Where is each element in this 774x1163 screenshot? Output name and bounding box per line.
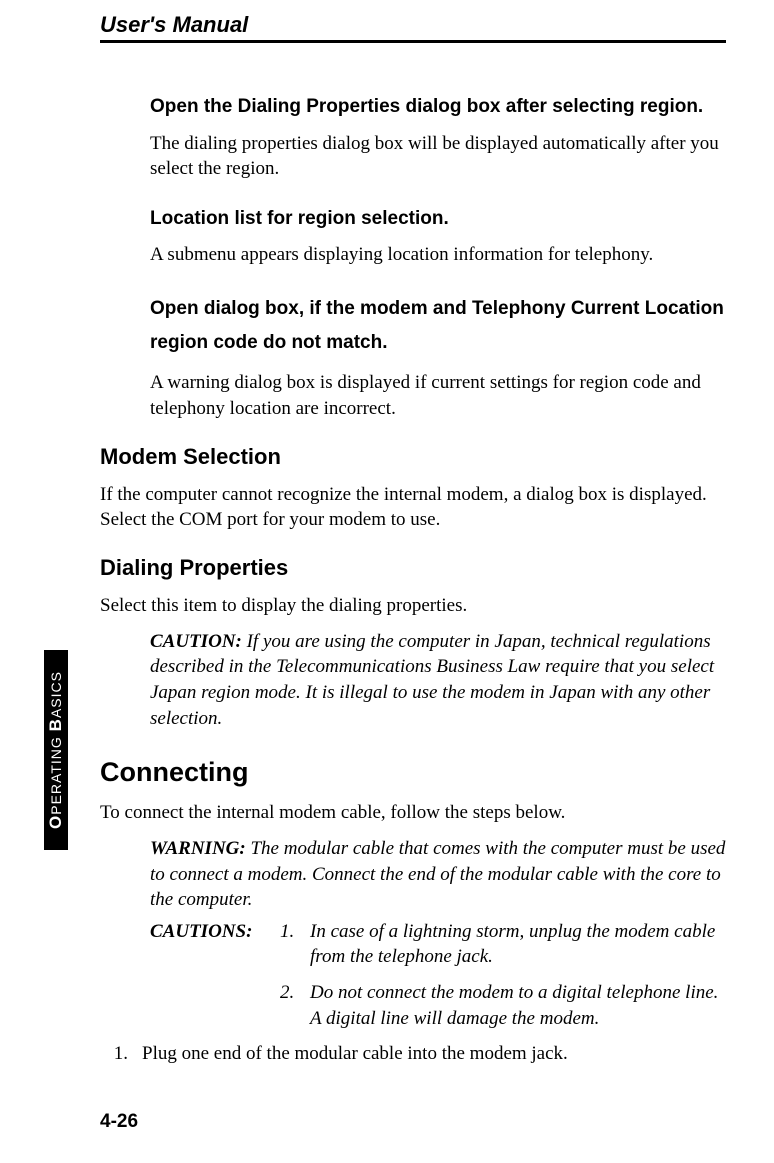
content-area: Open the Dialing Properties dialog box a…: [100, 80, 726, 1067]
header-title: User's Manual: [100, 12, 248, 38]
side-tab: OPERATING BASICS: [44, 650, 68, 850]
cautions-label: CAUTIONS:: [150, 919, 270, 970]
list-number: 1.: [280, 919, 300, 970]
paragraph: To connect the internal modem cable, fol…: [100, 800, 726, 826]
cautions-list: CAUTIONS: 1. In case of a lightning stor…: [150, 919, 726, 1032]
caution-label: CAUTION:: [150, 631, 242, 652]
caution-block: CAUTION: If you are using the computer i…: [150, 629, 726, 732]
list-text: In case of a lightning storm, unplug the…: [310, 919, 726, 970]
paragraph: A submenu appears displaying location in…: [150, 242, 726, 268]
header-rule: [100, 40, 726, 43]
subheading-open-dialog-mismatch: Open dialog box, if the modem and Teleph…: [150, 292, 726, 360]
subheading-location-list: Location list for region selection.: [150, 206, 726, 233]
subheading-open-dialing: Open the Dialing Properties dialog box a…: [150, 94, 726, 121]
list-text: Do not connect the modem to a digital te…: [310, 980, 726, 1031]
warning-block: WARNING: The modular cable that comes wi…: [150, 836, 726, 913]
list-number: 2.: [280, 980, 300, 1031]
cautions-row: CAUTIONS: 1. In case of a lightning stor…: [150, 919, 726, 970]
page: User's Manual OPERATING BASICS Open the …: [0, 0, 774, 1163]
heading-modem-selection: Modem Selection: [100, 444, 726, 470]
heading-connecting: Connecting: [100, 757, 726, 788]
warning-label: WARNING:: [150, 838, 246, 859]
side-tab-label: OPERATING BASICS: [46, 671, 66, 829]
step-text: Plug one end of the modular cable into t…: [142, 1041, 568, 1067]
paragraph: The dialing properties dialog box will b…: [150, 131, 726, 182]
paragraph: A warning dialog box is displayed if cur…: [150, 370, 726, 421]
paragraph: If the computer cannot recognize the int…: [100, 482, 726, 533]
page-number: 4-26: [100, 1111, 138, 1133]
heading-dialing-properties: Dialing Properties: [100, 555, 726, 581]
step-row: 1. Plug one end of the modular cable int…: [100, 1041, 726, 1067]
step-number: 1.: [108, 1041, 128, 1067]
paragraph: Select this item to display the dialing …: [100, 593, 726, 619]
spacer: [150, 980, 270, 1031]
cautions-row: 2. Do not connect the modem to a digital…: [150, 980, 726, 1031]
